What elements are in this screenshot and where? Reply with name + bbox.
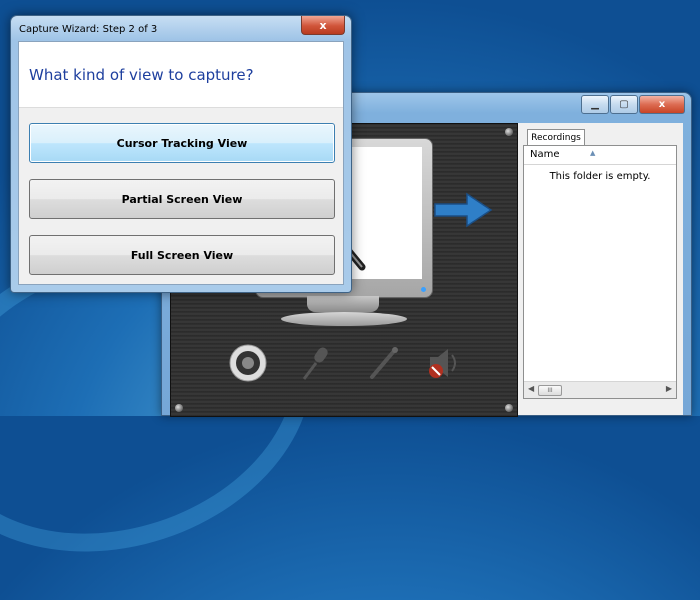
tab-recordings[interactable]: Recordings	[527, 129, 585, 146]
horizontal-scrollbar[interactable]: ◀ III ▶	[524, 381, 676, 398]
screw-icon	[505, 128, 513, 136]
dialog-client-area: What kind of view to capture? Cursor Tra…	[18, 41, 344, 285]
arrow-right-icon	[434, 192, 493, 228]
scroll-thumb[interactable]: III	[538, 385, 562, 396]
screw-icon	[505, 404, 513, 412]
minimize-icon: ▁	[591, 99, 599, 110]
scroll-left-icon[interactable]: ◀	[528, 384, 534, 393]
minimize-button[interactable]: ▁	[581, 95, 609, 114]
scroll-right-icon[interactable]: ▶	[666, 384, 672, 393]
empty-folder-message: This folder is empty.	[549, 171, 651, 182]
cursor-tracking-view-button[interactable]: Cursor Tracking View	[29, 123, 335, 163]
line-in-icon[interactable]	[363, 342, 405, 384]
speaker-icon[interactable]	[227, 342, 269, 384]
power-led-icon	[421, 287, 426, 292]
microphone-icon[interactable]	[295, 342, 337, 384]
maximize-button[interactable]: ▢	[610, 95, 638, 114]
dialog-heading: What kind of view to capture?	[29, 66, 254, 84]
dialog-title: Capture Wizard: Step 2 of 3	[19, 24, 158, 35]
monitor-stand	[307, 296, 379, 312]
full-screen-view-button[interactable]: Full Screen View	[29, 235, 335, 275]
column-header-label: Name	[530, 149, 560, 160]
caption-buttons: ▁ ▢ x	[580, 95, 685, 114]
partial-screen-view-button[interactable]: Partial Screen View	[29, 179, 335, 219]
recordings-list[interactable]: ▲ Name This folder is empty. ◀ III ▶	[523, 145, 677, 399]
close-icon: x	[658, 99, 666, 110]
name-column-header[interactable]: ▲ Name	[524, 146, 676, 165]
monitor-base	[281, 312, 407, 326]
maximize-icon: ▢	[619, 99, 629, 110]
dialog-close-button[interactable]: x	[301, 16, 345, 35]
recordings-panel: Recordings ▲ Name This folder is empty. …	[523, 129, 678, 415]
muted-speaker-icon[interactable]	[423, 342, 465, 384]
close-icon: x	[319, 18, 327, 32]
sort-ascending-icon: ▲	[590, 149, 596, 157]
screw-icon	[175, 404, 183, 412]
close-button[interactable]: x	[639, 95, 685, 114]
capture-wizard-dialog: Capture Wizard: Step 2 of 3 x What kind …	[10, 15, 352, 293]
